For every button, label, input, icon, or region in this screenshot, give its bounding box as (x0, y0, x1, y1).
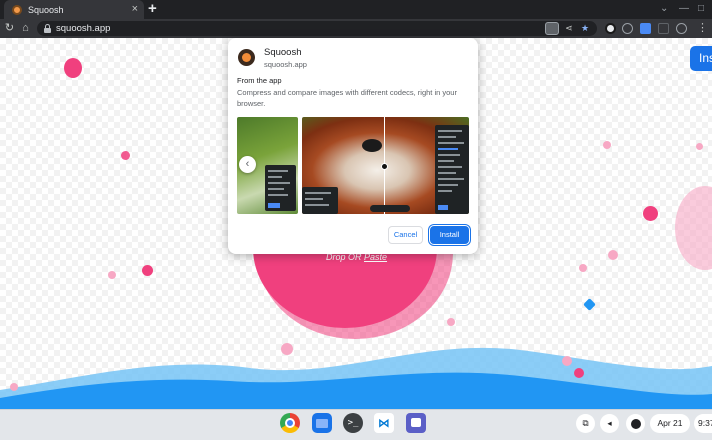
tab-search-icon[interactable]: ⌄ (660, 3, 668, 15)
clock-text[interactable]: 9:37 (694, 414, 712, 433)
page-install-button[interactable]: Ins (690, 46, 712, 71)
vscode-app-icon[interactable]: ⋈ (374, 413, 394, 433)
dialog-description: Compress and compare images with differe… (237, 88, 457, 108)
carousel-prev-button[interactable]: ‹ (239, 156, 256, 173)
profile-avatar-icon[interactable] (676, 23, 687, 34)
notification-icon[interactable] (626, 414, 645, 433)
extension-icon[interactable] (640, 23, 651, 34)
extension-icon[interactable] (622, 23, 633, 34)
screenshot-options-panel (435, 125, 469, 214)
menu-icon[interactable]: ⋮ (695, 21, 710, 36)
browser-toolbar: ↻ ⌂ squoosh.app ⋖ ★ ⋮ (0, 19, 712, 38)
decor-blob (121, 151, 130, 160)
decor-blob (574, 368, 584, 378)
tab-close-icon[interactable]: × (132, 4, 138, 15)
decor-blob (108, 271, 116, 279)
decor-blob (281, 343, 293, 355)
install-app-icon[interactable] (545, 22, 559, 35)
extension-icon[interactable] (658, 23, 669, 34)
decor-blob (696, 143, 703, 150)
decor-blob (675, 186, 712, 270)
screenshot-split-handle (381, 163, 388, 170)
back-icon[interactable]: ◂ (600, 414, 619, 433)
home-icon[interactable]: ⌂ (18, 21, 33, 36)
dialog-section-title: From the app (237, 76, 282, 85)
lock-icon[interactable] (44, 24, 51, 33)
reload-icon[interactable]: ↻ (2, 21, 17, 36)
decor-blob (643, 206, 658, 221)
decor-blob (447, 318, 455, 326)
screenshot-options-panel (302, 187, 338, 214)
share-icon[interactable]: ⋖ (563, 22, 575, 35)
dialog-app-host: squoosh.app (264, 60, 307, 69)
chrome-app-icon[interactable] (280, 413, 300, 433)
browser-tab[interactable]: Squoosh × (4, 0, 144, 19)
squoosh-favicon-icon (12, 4, 22, 15)
squoosh-app-icon (238, 49, 255, 66)
date-text[interactable]: Apr 21 (650, 414, 690, 433)
omnibox[interactable]: squoosh.app ⋖ ★ (37, 21, 597, 36)
tab-strip: Squoosh × + ⌄ — □ (0, 0, 712, 19)
maximize-icon[interactable]: □ (698, 3, 704, 15)
terminal-app-icon[interactable]: >_ (343, 413, 363, 433)
decor-blob (579, 264, 587, 272)
chat-app-icon[interactable] (406, 413, 426, 433)
decor-blob (142, 265, 153, 276)
extension-icon[interactable] (605, 23, 616, 34)
tab-title: Squoosh (28, 4, 64, 15)
screen-capture-icon[interactable]: ⧉ (576, 414, 595, 433)
install-button[interactable]: Install (430, 226, 469, 244)
chromeos-shelf: >_ ⋈ ⧉ ◂ Apr 21 9:37 (0, 409, 712, 440)
decor-blob (64, 58, 82, 78)
screenshot-eye (362, 139, 382, 152)
decor-blob (603, 141, 611, 149)
cancel-button[interactable]: Cancel (388, 226, 423, 244)
app-screenshot (302, 117, 469, 214)
install-app-dialog: Squoosh squoosh.app From the app Compres… (228, 38, 478, 254)
decor-blob (608, 250, 618, 260)
decor-blob (562, 356, 572, 366)
minimize-icon[interactable]: — (679, 3, 689, 15)
screenshot-zoom-bar (370, 205, 410, 212)
screenshot-options-panel (265, 165, 296, 211)
files-app-icon[interactable] (312, 413, 332, 433)
bookmark-star-icon[interactable]: ★ (579, 22, 591, 35)
new-tab-button[interactable]: + (148, 1, 157, 17)
url-text[interactable]: squoosh.app (56, 22, 110, 35)
decor-blob (10, 383, 18, 391)
dialog-app-name: Squoosh (264, 47, 302, 58)
